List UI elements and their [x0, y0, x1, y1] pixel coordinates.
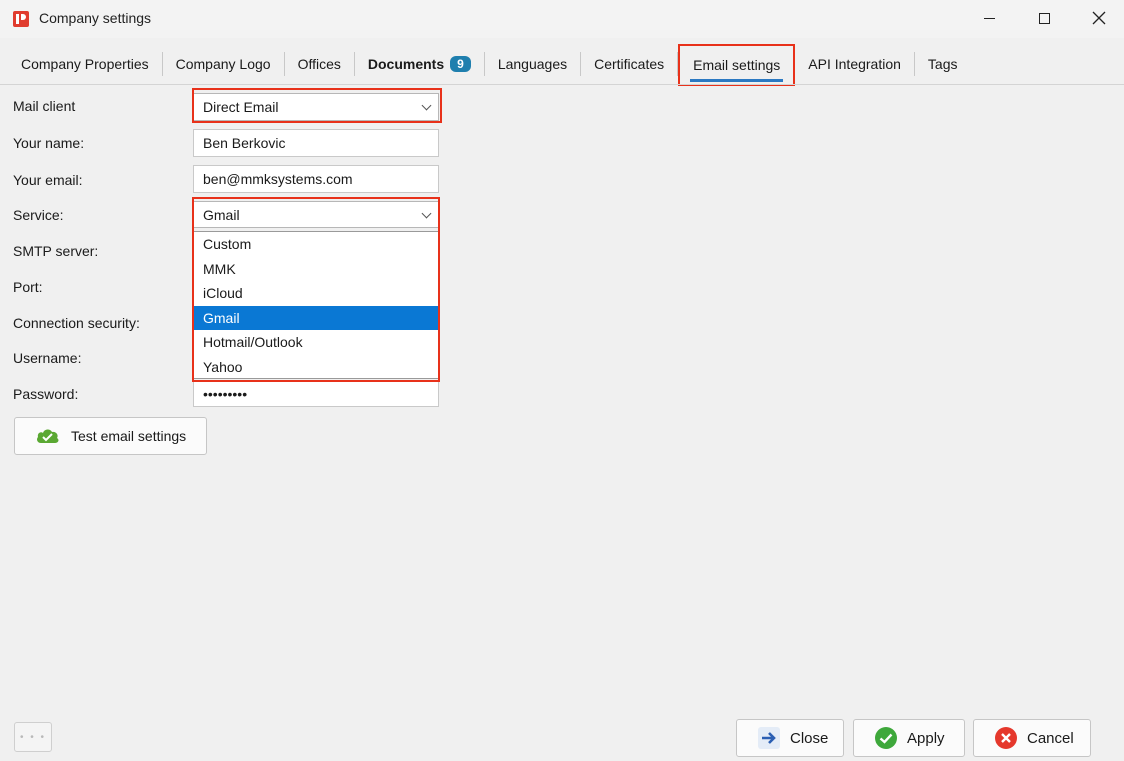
service-option-icloud[interactable]: iCloud: [194, 281, 438, 306]
tab-email-settings[interactable]: Email settings: [678, 44, 796, 86]
cancel-button[interactable]: Cancel: [973, 719, 1091, 757]
service-dropdown-list: Custom MMK iCloud Gmail Hotmail/Outlook …: [193, 231, 439, 379]
tab-certificates[interactable]: Certificates: [581, 44, 677, 84]
mail-client-label: Mail client: [13, 98, 76, 114]
documents-count-badge: 9: [450, 56, 471, 72]
check-circle-icon: [875, 727, 897, 749]
tab-label: Company Properties: [21, 56, 149, 72]
cloud-check-icon: [37, 429, 59, 443]
tab-label: API Integration: [808, 56, 901, 72]
apply-button[interactable]: Apply: [853, 719, 965, 757]
connection-security-label: Connection security:: [13, 315, 140, 331]
more-options-button[interactable]: • • •: [14, 722, 52, 752]
tab-label: Languages: [497, 56, 568, 72]
tab-label: Email settings: [693, 57, 781, 73]
service-option-hotmail-outlook[interactable]: Hotmail/Outlook: [194, 330, 438, 355]
maximize-button[interactable]: [1021, 0, 1067, 36]
mail-client-select[interactable]: Direct Email: [193, 93, 439, 121]
window-title: Company settings: [39, 10, 152, 26]
username-label: Username:: [13, 350, 82, 366]
cancel-circle-icon: [995, 727, 1017, 749]
maximize-icon: [1038, 12, 1050, 24]
tab-label: Offices: [297, 56, 341, 72]
close-label: Close: [790, 729, 829, 747]
tab-label: Certificates: [594, 56, 665, 72]
minimize-button[interactable]: [966, 0, 1012, 36]
minimize-icon: [983, 17, 995, 19]
tab-divider: [0, 84, 1124, 85]
password-input[interactable]: •••••••••: [193, 381, 439, 407]
service-option-custom[interactable]: Custom: [194, 232, 438, 257]
tab-languages[interactable]: Languages: [485, 44, 580, 84]
cancel-label: Cancel: [1027, 729, 1074, 747]
tab-company-properties[interactable]: Company Properties: [8, 44, 162, 84]
service-select[interactable]: Gmail: [193, 201, 439, 228]
service-value: Gmail: [203, 206, 240, 223]
test-email-settings-label: Test email settings: [71, 428, 187, 444]
close-button[interactable]: Close: [736, 719, 844, 757]
tab-api-integration[interactable]: API Integration: [795, 44, 914, 84]
smtp-server-label: SMTP server:: [13, 243, 99, 259]
tab-label: Tags: [927, 56, 958, 72]
tab-label: Documents: [367, 56, 445, 72]
test-email-settings-button[interactable]: Test email settings: [14, 417, 207, 455]
password-label: Password:: [13, 386, 79, 402]
tab-label: Company Logo: [175, 56, 271, 72]
service-option-yahoo[interactable]: Yahoo: [194, 355, 438, 380]
arrow-right-icon: [758, 727, 780, 749]
service-option-gmail[interactable]: Gmail: [194, 305, 438, 330]
app-logo-icon: [13, 11, 29, 27]
title-bar: Company settings: [0, 0, 1124, 38]
tab-documents[interactable]: Documents 9: [355, 44, 484, 84]
tab-bar: Company Properties Company Logo Offices …: [8, 44, 971, 86]
your-email-value: ben@mmksystems.com: [203, 171, 353, 187]
tab-offices[interactable]: Offices: [285, 44, 354, 84]
chevron-down-icon: [421, 208, 432, 219]
your-name-input[interactable]: Ben Berkovic: [193, 129, 439, 157]
port-label: Port:: [13, 279, 43, 295]
your-name-value: Ben Berkovic: [203, 135, 286, 151]
your-name-label: Your name:: [13, 135, 85, 151]
tab-company-logo[interactable]: Company Logo: [163, 44, 284, 84]
your-email-label: Your email:: [13, 172, 83, 188]
close-icon: [1092, 11, 1106, 25]
mail-client-value: Direct Email: [203, 99, 279, 115]
service-option-mmk[interactable]: MMK: [194, 257, 438, 282]
service-label: Service:: [13, 207, 64, 223]
apply-label: Apply: [907, 729, 945, 747]
tab-tags[interactable]: Tags: [915, 44, 971, 84]
your-email-input[interactable]: ben@mmksystems.com: [193, 165, 439, 193]
password-value: •••••••••: [203, 386, 248, 402]
chevron-down-icon: [421, 100, 432, 111]
close-window-button[interactable]: [1076, 0, 1122, 36]
